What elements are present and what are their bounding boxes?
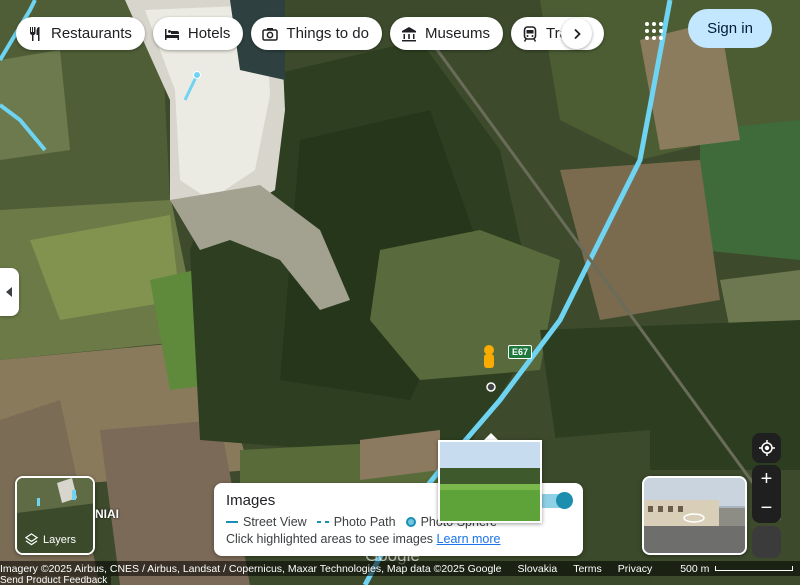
chevron-left-icon [5,287,12,297]
restaurant-icon [30,26,40,41]
chip-label: Hotels [187,25,231,42]
scale-label: 500 m [680,562,710,575]
collapse-side-panel-button[interactable] [0,268,19,316]
chip-things-to-do[interactable]: Things to do [251,17,382,50]
my-location-icon [758,440,775,456]
chip-hotels[interactable]: Hotels [152,17,244,50]
route-shield-e67: E67 [508,345,533,359]
terms-link[interactable]: Terms [573,563,602,575]
layers-label: Layers [43,533,77,546]
chip-label: Things to do [286,25,369,42]
photo-sphere-icon [405,517,416,527]
layers-button[interactable]: Layers [15,476,95,555]
transit-icon [523,25,537,42]
images-toggle[interactable] [537,492,573,509]
camera-icon [262,27,279,41]
field-photo [440,442,540,521]
chips-next-button[interactable] [561,18,592,49]
my-location-button[interactable] [752,433,781,463]
google-apps-icon[interactable] [641,18,667,44]
dashed-line-icon [316,521,329,523]
sign-in-button[interactable]: Sign in [688,9,772,48]
street-image-thumbnail[interactable] [438,440,542,523]
zoom-controls: + − [752,465,781,523]
chevron-right-icon [573,28,581,39]
layers-label-wrap: Layers [25,533,76,546]
attribution-bar: Imagery ©2025 Airbus, CNES / Airbus, Lan… [0,561,800,576]
category-chips: Restaurants Hotels Things to do Museums … [16,17,605,50]
scale-bar[interactable]: 500 m [680,562,794,575]
images-hint: Click highlighted areas to see images Le… [226,532,501,546]
images-panel-title: Images [226,492,276,509]
scale-line [715,566,794,571]
street-view-photo [644,478,745,553]
chip-restaurants[interactable]: Restaurants [16,17,145,50]
zoom-out-button[interactable]: − [752,494,781,523]
place-label: NIAI [95,507,119,521]
chip-label: Museums [424,25,490,42]
zoom-in-button[interactable]: + [752,465,781,494]
legend-street-view: Street View [226,515,307,529]
street-view-preview[interactable] [642,476,747,555]
museum-icon [401,26,416,41]
layers-icon [25,533,38,546]
hotel-icon [164,28,179,40]
learn-more-link[interactable]: Learn more [437,532,501,546]
country-link[interactable]: Slovakia [517,563,557,575]
chip-museums[interactable]: Museums [389,17,503,50]
chip-label: Restaurants [51,25,132,42]
solid-line-icon [226,521,238,523]
imagery-attribution: Imagery ©2025 Airbus, CNES / Airbus, Lan… [0,562,502,575]
send-feedback-link[interactable]: Send Product Feedback [0,576,112,585]
pegman-button[interactable] [752,526,781,558]
legend-photo-path: Photo Path [316,515,396,529]
privacy-link[interactable]: Privacy [618,563,652,575]
thumbnail-pointer [484,433,498,440]
